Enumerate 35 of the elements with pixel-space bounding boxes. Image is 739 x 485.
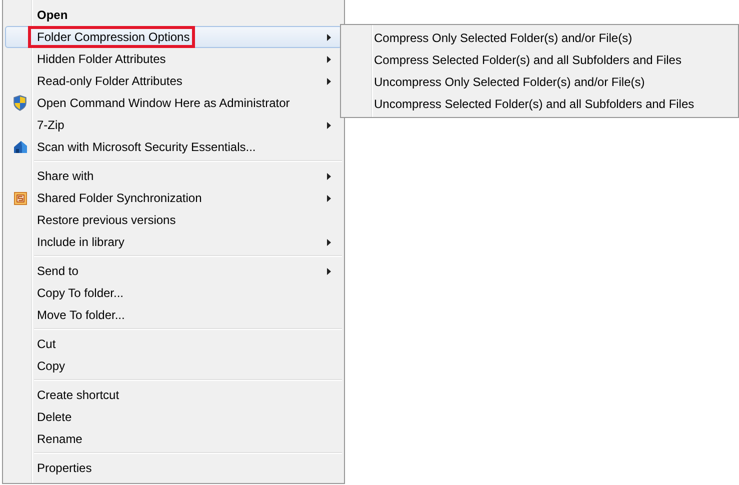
menu-item[interactable]: Uncompress Only Selected Folder(s) and/or File(s)	[341, 71, 738, 93]
submenu-arrow-icon	[327, 78, 331, 85]
submenu-arrow-icon	[327, 268, 331, 275]
menu-item[interactable]: Shared Folder Synchronization	[5, 187, 342, 209]
menu-item[interactable]: Scan with Microsoft Security Essentials...	[5, 136, 342, 158]
menu-item[interactable]: Copy	[5, 355, 342, 377]
menu-item[interactable]: Send to	[5, 260, 342, 282]
submenu-arrow-icon	[327, 195, 331, 202]
menu-item[interactable]: Restore previous versions	[5, 209, 342, 231]
menu-item[interactable]: 7-Zip	[5, 114, 342, 136]
submenu-arrow-icon	[327, 56, 331, 63]
menu-item[interactable]: Open	[5, 4, 342, 26]
menu-item[interactable]: Move To folder...	[5, 304, 342, 326]
submenu-arrow-icon	[327, 239, 331, 246]
menu-item[interactable]: Read-only Folder Attributes	[5, 70, 342, 92]
menu-item[interactable]: Compress Selected Folder(s) and all Subfolders and Files	[341, 49, 738, 71]
sync-icon	[14, 192, 26, 204]
menu-item[interactable]: Open Command Window Here as Administrator	[5, 92, 342, 114]
menu-item[interactable]: Include in library	[5, 231, 342, 253]
menu-item[interactable]: Hidden Folder Attributes	[5, 48, 342, 70]
shield-icon	[13, 95, 27, 111]
menu-item[interactable]: Folder Compression Options	[5, 26, 342, 48]
menu-item[interactable]: Create shortcut	[5, 384, 342, 406]
menu-item[interactable]: Uncompress Selected Folder(s) and all Subfolders and Files	[341, 93, 738, 115]
menu-item[interactable]: Share with	[5, 165, 342, 187]
submenu-arrow-icon	[327, 122, 331, 129]
house-icon	[12, 140, 28, 154]
submenu-arrow-icon	[327, 34, 331, 41]
menu-item[interactable]: Delete	[5, 406, 342, 428]
menu-item[interactable]: Cut	[5, 333, 342, 355]
submenu-arrow-icon	[327, 173, 331, 180]
menu-item[interactable]: Properties	[5, 457, 342, 479]
menu-item[interactable]: Rename	[5, 428, 342, 450]
menu-item[interactable]: Copy To folder...	[5, 282, 342, 304]
menu-item[interactable]: Compress Only Selected Folder(s) and/or File(s)	[341, 27, 738, 49]
